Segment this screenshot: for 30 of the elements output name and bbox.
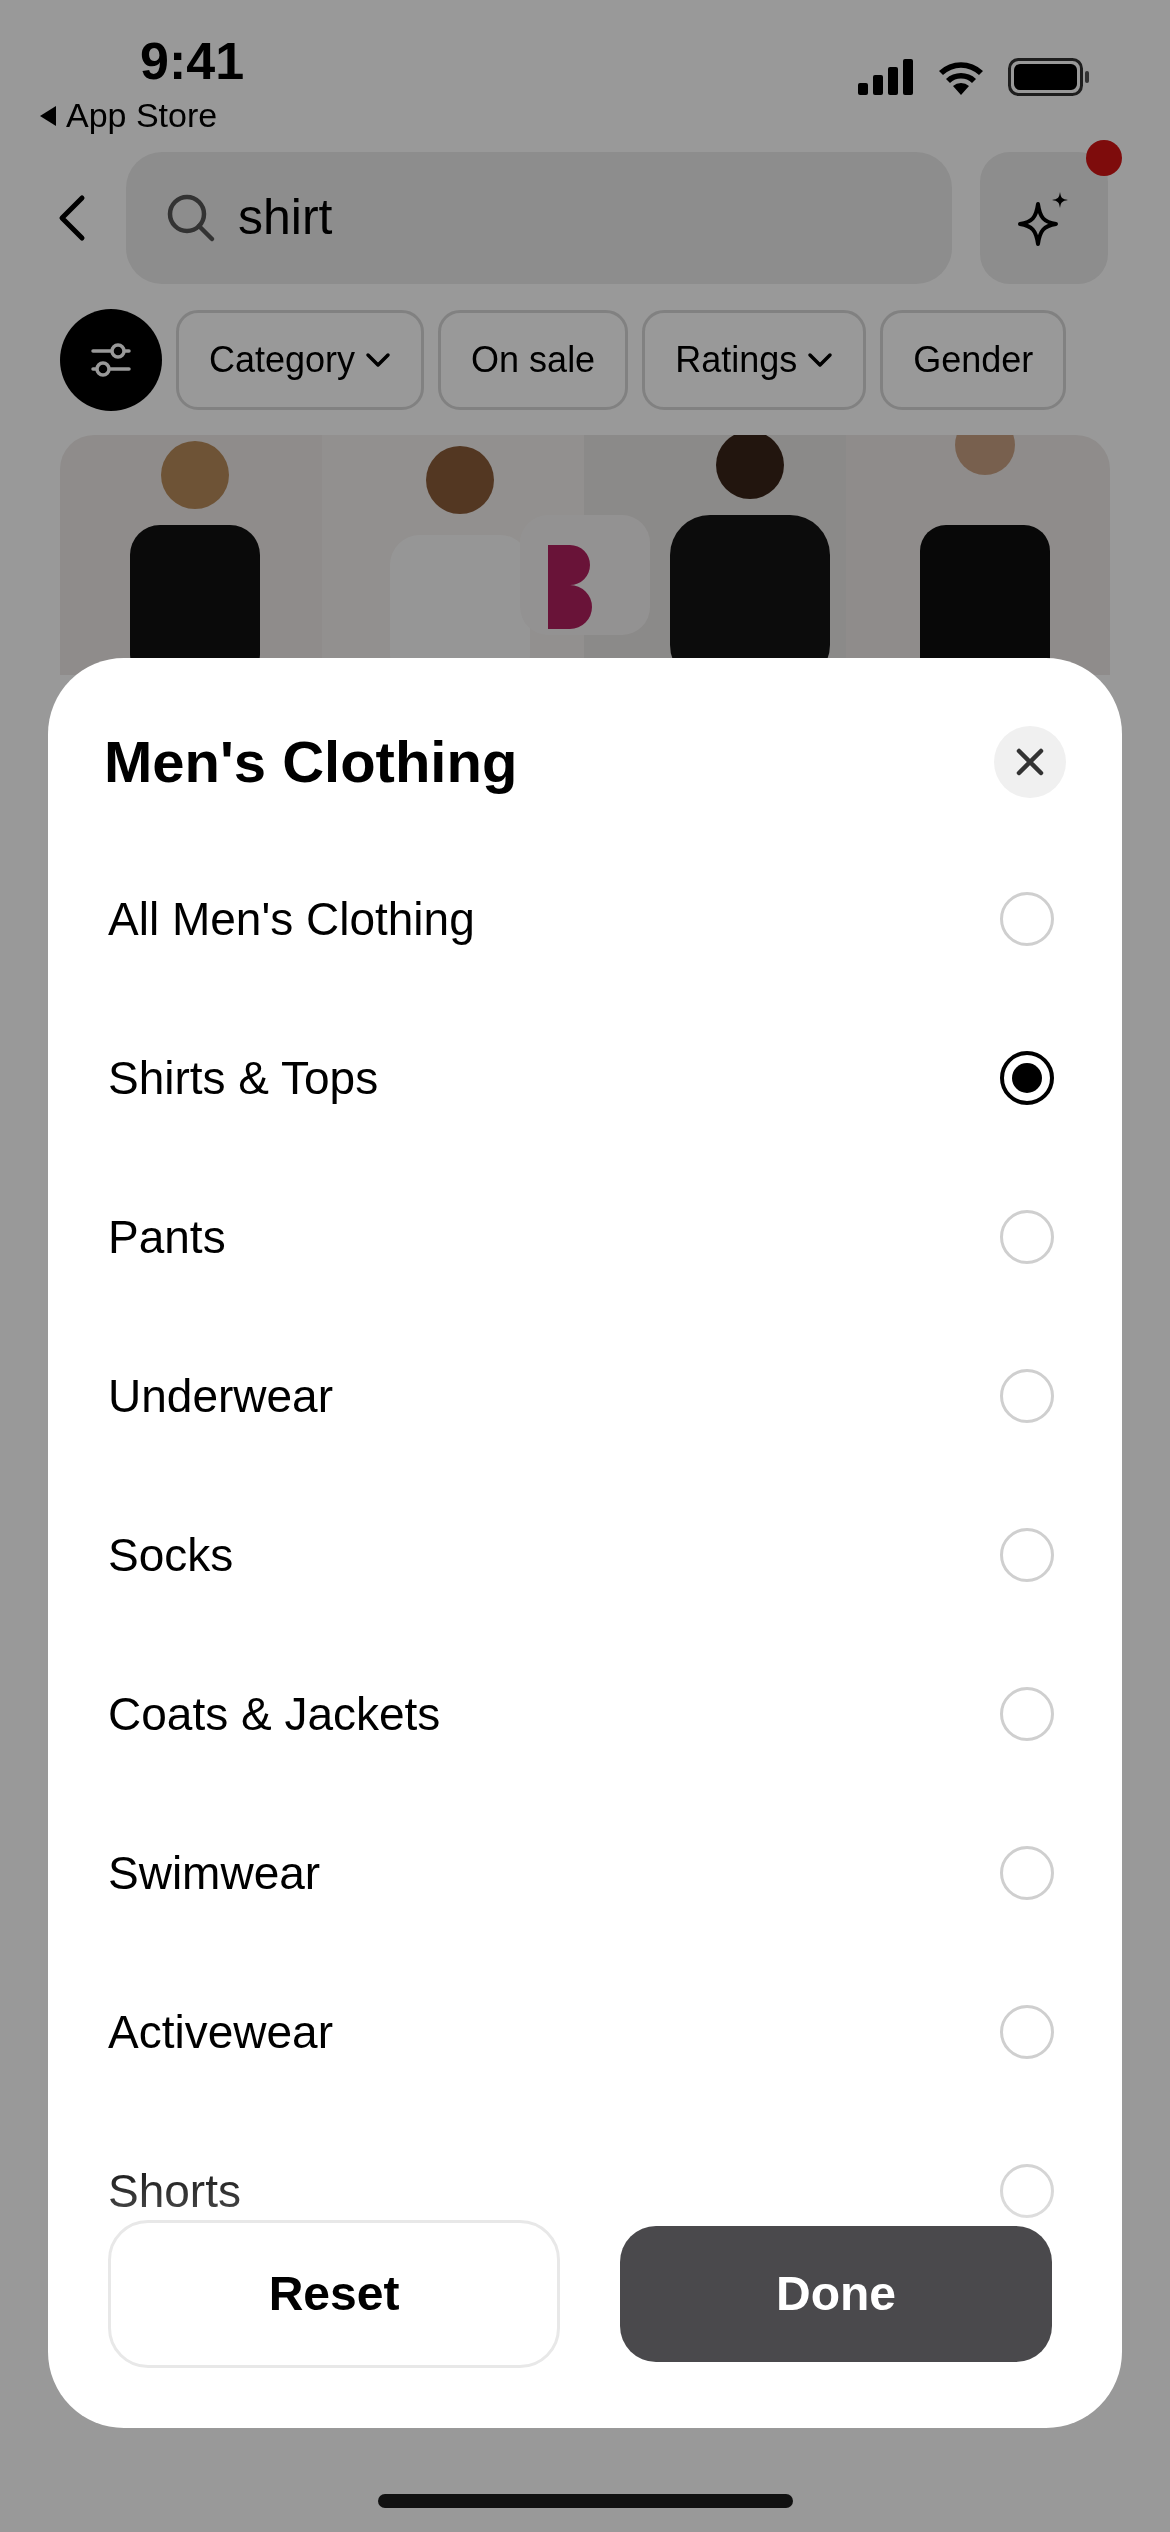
filter-chip[interactable]: On sale (438, 310, 629, 410)
category-option[interactable]: Activewear (108, 2006, 333, 2057)
done-button[interactable]: Done (620, 2226, 1052, 2362)
sheet-title: Men's Clothing (104, 728, 518, 796)
back-triangle-icon[interactable] (38, 104, 58, 127)
chevron-down-icon (807, 352, 834, 368)
category-option[interactable]: Coats & Jackets (108, 1688, 441, 1739)
close-icon (1016, 747, 1044, 776)
battery-icon (1008, 58, 1090, 96)
chevron-down-icon (365, 352, 392, 368)
status-time: 9:41 (140, 31, 245, 92)
category-option[interactable]: Shirts & Tops (108, 1052, 379, 1103)
category-option[interactable]: Pants (108, 1211, 226, 1262)
search-icon (166, 192, 216, 243)
back-to-app-link[interactable]: App Store (66, 90, 218, 141)
category-option[interactable]: Socks (108, 1529, 234, 1580)
radio-button[interactable] (1000, 1050, 1054, 1105)
category-option[interactable]: All Men's Clothing (108, 893, 475, 944)
category-option[interactable]: Underwear (108, 1370, 333, 1421)
filter-chip[interactable]: Ratings (642, 310, 867, 410)
ai-assistant-button[interactable] (980, 151, 1108, 284)
category-option[interactable]: Shorts (108, 2165, 241, 2216)
reset-button[interactable]: Reset (108, 2220, 560, 2368)
sliders-icon (89, 340, 133, 380)
search-query: shirt (238, 188, 333, 247)
filter-chip[interactable]: Gender (880, 310, 1067, 410)
search-field[interactable]: shirt (126, 151, 952, 284)
category-option[interactable]: Swimwear (108, 1847, 321, 1898)
signal-icon (858, 59, 914, 95)
filter-chip[interactable]: Category (176, 310, 425, 410)
